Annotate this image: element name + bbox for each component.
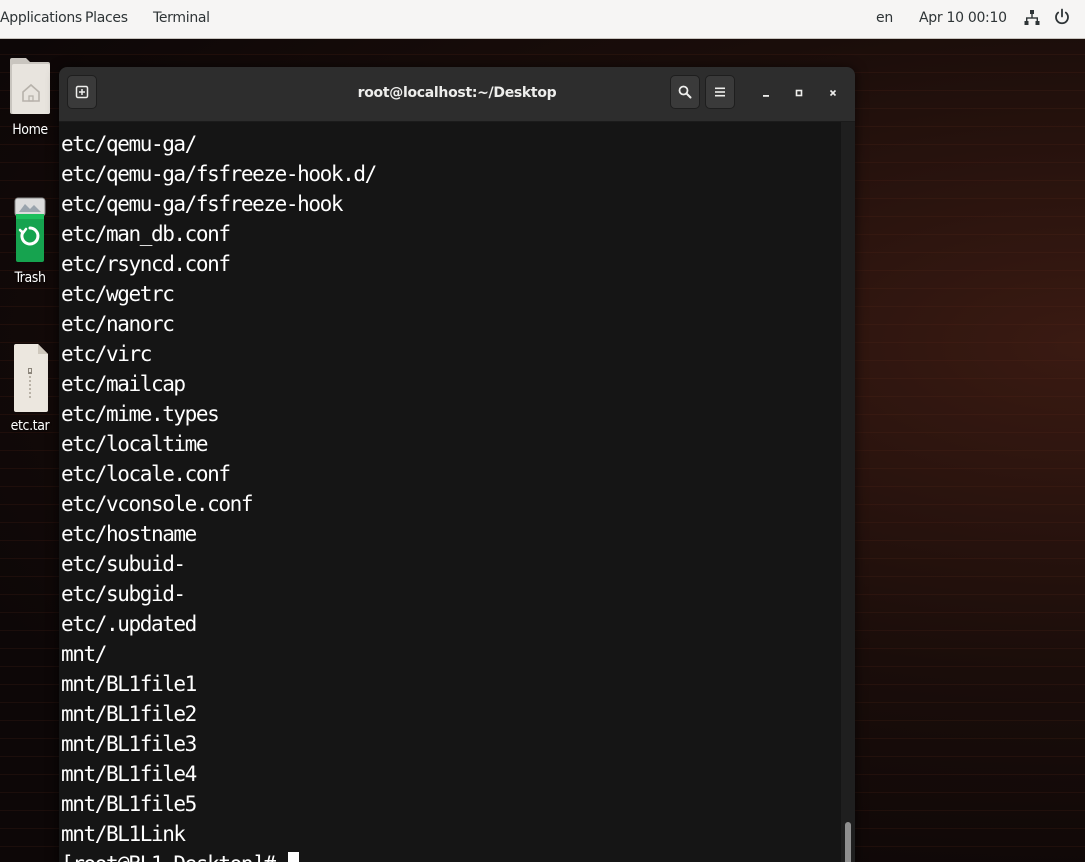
- terminal-line: etc/nanorc: [61, 312, 175, 336]
- applications-menu[interactable]: Applications: [0, 10, 82, 26]
- terminal-output[interactable]: etc/qemu-ga/ etc/qemu-ga/fsfreeze-hook.d…: [59, 122, 841, 862]
- terminal-line: mnt/BL1file5: [61, 792, 197, 816]
- terminal-line: etc/mime.types: [61, 402, 220, 426]
- network-wired-icon[interactable]: [1024, 9, 1040, 27]
- terminal-line: etc/locale.conf: [61, 462, 231, 486]
- terminal-line: etc/virc: [61, 342, 152, 366]
- terminal-line: etc/.updated: [61, 612, 197, 636]
- search-icon: [678, 85, 692, 99]
- terminal-line: etc/localtime: [61, 432, 209, 456]
- desktop-icon-trash[interactable]: Trash: [0, 196, 60, 286]
- clock[interactable]: Apr 10 00:10: [919, 10, 1007, 26]
- terminal-line: etc/man_db.conf: [61, 222, 231, 246]
- power-icon[interactable]: [1053, 8, 1071, 26]
- terminal-line: etc/vconsole.conf: [61, 492, 254, 516]
- terminal-line: mnt/BL1Link: [61, 822, 186, 846]
- minimize-button[interactable]: [755, 82, 777, 104]
- desktop-icon-label: etc.tar: [10, 418, 50, 434]
- active-app-menu[interactable]: Terminal: [153, 10, 210, 26]
- trash-icon: [14, 197, 46, 262]
- terminal-line: etc/mailcap: [61, 372, 186, 396]
- hamburger-menu-icon: [715, 87, 725, 97]
- desktop-icon-label: Trash: [14, 270, 46, 286]
- terminal-line: mnt/BL1file1: [61, 672, 197, 696]
- close-icon: [829, 89, 837, 97]
- terminal-line: etc/subuid-: [61, 552, 186, 576]
- text-cursor: [287, 852, 299, 862]
- terminal-line: etc/qemu-ga/fsfreeze-hook: [61, 192, 343, 216]
- window-title: root@localhost:~/Desktop: [357, 85, 557, 101]
- top-panel: Applications Places Terminal en Apr 10 0…: [0, 0, 1085, 39]
- desktop-icon-home[interactable]: Home: [0, 52, 60, 138]
- terminal-lines: etc/qemu-ga/ etc/qemu-ga/fsfreeze-hook.d…: [61, 129, 377, 862]
- menu-button[interactable]: [705, 75, 735, 109]
- places-menu[interactable]: Places: [85, 10, 128, 26]
- shell-prompt: [root@BL1 Desktop]#: [61, 852, 286, 862]
- scrollbar-thumb[interactable]: [845, 822, 851, 862]
- terminal-line: mnt/BL1file4: [61, 762, 197, 786]
- terminal-scrollbar[interactable]: [841, 122, 855, 862]
- minimize-icon: [763, 95, 769, 97]
- close-button[interactable]: [822, 82, 844, 104]
- terminal-line: etc/hostname: [61, 522, 197, 546]
- home-folder-icon: [10, 58, 50, 114]
- terminal-window[interactable]: root@localhost:~/Desktop etc/qemu-ga/ et…: [59, 67, 855, 862]
- archive-file-icon: [14, 344, 48, 412]
- search-button[interactable]: [670, 75, 700, 109]
- terminal-line: etc/qemu-ga/fsfreeze-hook.d/: [61, 162, 377, 186]
- terminal-headerbar[interactable]: root@localhost:~/Desktop: [59, 67, 855, 122]
- desktop-icon-label: Home: [12, 122, 48, 138]
- terminal-line: mnt/BL1file3: [61, 732, 197, 756]
- terminal-line: etc/wgetrc: [61, 282, 175, 306]
- terminal-line: mnt/BL1file2: [61, 702, 197, 726]
- terminal-line: etc/subgid-: [61, 582, 186, 606]
- desktop-icon-etc-tar[interactable]: etc.tar: [0, 342, 60, 434]
- maximize-button[interactable]: [788, 82, 810, 104]
- terminal-line: etc/rsyncd.conf: [61, 252, 231, 276]
- maximize-icon: [795, 89, 803, 97]
- terminal-line: mnt/: [61, 642, 107, 666]
- input-language-indicator[interactable]: en: [876, 10, 893, 26]
- prompt-line[interactable]: [root@BL1 Desktop]#: [61, 849, 376, 862]
- terminal-line: etc/qemu-ga/: [61, 132, 197, 156]
